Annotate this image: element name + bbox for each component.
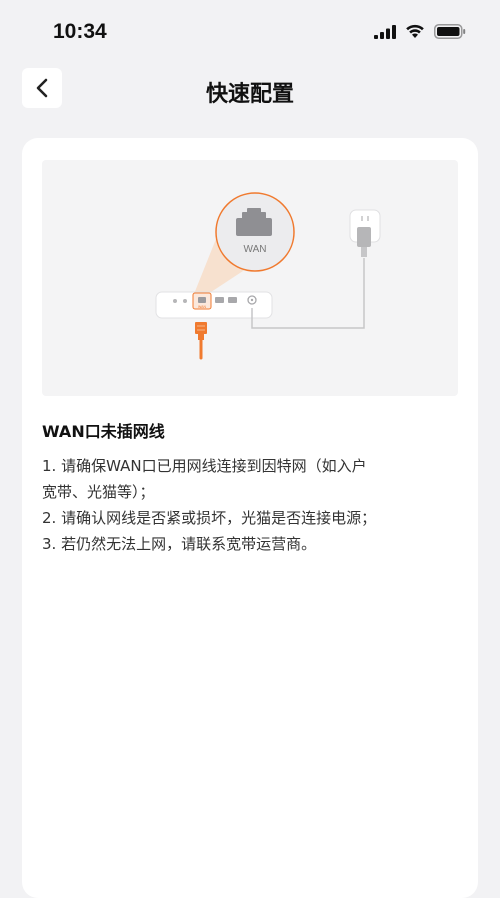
ethernet-cable-icon [195, 322, 207, 360]
battery-icon [434, 24, 466, 39]
status-icons [374, 24, 466, 39]
step-3: 3. 若仍然无法上网，请联系宽带运营商。 [42, 535, 317, 553]
step-1: 1. 请确保WAN口已用网线连接到因特网（如入户 [42, 457, 367, 475]
error-title: WAN口未插网线 [42, 422, 165, 441]
step-2: 2. 请确认网线是否紧或损坏，光猫是否连接电源； [42, 509, 377, 527]
content-card: WAN WAN WAN口未插网线 1. 请确保WAN口已用网线连接到因特网（如入… [22, 138, 478, 898]
status-time: 10:34 [53, 20, 107, 43]
step-1-continued: 宽带、光猫等）； [42, 483, 155, 501]
connection-diagram: WAN WAN [155, 192, 381, 360]
troubleshooting-steps: 1. 请确保WAN口已用网线连接到因特网（如入户 宽带、光猫等）； 2. 请确认… [42, 453, 452, 557]
status-bar: 10:34 [0, 0, 500, 68]
wifi-icon [406, 24, 424, 38]
power-adapter-icon [349, 209, 381, 257]
router-wan-label: WAN [198, 305, 207, 309]
nav-bar: 快速配置 [0, 68, 500, 110]
signal-icon [374, 24, 396, 39]
wan-illustration: WAN WAN [42, 160, 458, 396]
router-icon: WAN [155, 291, 273, 319]
wan-zoom-label: WAN [244, 244, 267, 255]
page-title: 快速配置 [205, 82, 294, 107]
